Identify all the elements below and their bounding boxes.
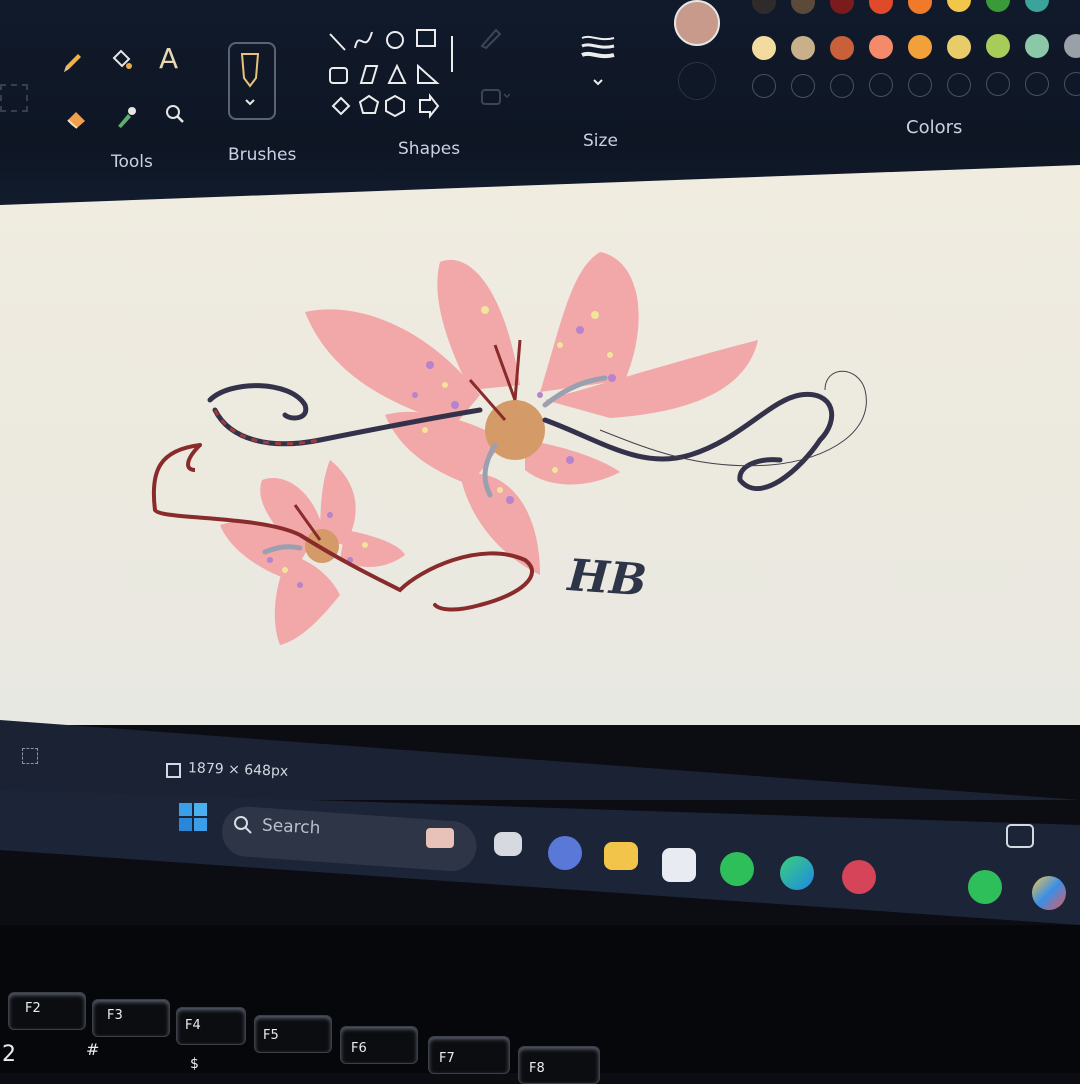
brushes-button[interactable] [228,42,276,120]
color-swatch[interactable] [830,36,854,60]
select-icon[interactable] [0,84,28,112]
selection-size-icon [22,748,38,764]
whatsapp-icon[interactable] [968,870,1002,904]
color-swatch[interactable] [1025,0,1049,12]
chat-icon[interactable] [548,836,582,870]
color-picker-icon[interactable] [114,104,138,130]
edge-icon[interactable] [780,856,814,890]
color-swatch[interactable] [947,35,971,59]
store-icon[interactable] [662,848,696,882]
eraser-icon[interactable] [64,106,90,130]
key-f2[interactable]: F2 [8,992,86,1030]
key-f3[interactable]: F3 [92,999,170,1037]
tools-label: Tools [111,152,153,172]
flower-artwork: HB [151,252,867,645]
key-4[interactable]: $ [190,1056,199,1072]
magnifier-icon[interactable] [163,102,187,126]
color-swatch[interactable] [908,35,932,59]
key-3[interactable]: # [86,1040,99,1059]
pencil-icon[interactable] [60,50,84,76]
text-icon[interactable]: A [159,42,178,75]
color-swatch[interactable] [908,0,932,14]
brushes-label: Brushes [228,145,297,165]
search-icon [234,816,252,834]
color-swatch[interactable] [1025,34,1049,58]
custom-color-slot[interactable] [830,74,854,98]
status-bar [0,720,1080,800]
size-icon[interactable] [580,32,616,92]
color-swatch[interactable] [1064,34,1080,58]
shapes-label: Shapes [398,139,461,159]
windows-icon [179,803,207,831]
color-swatch[interactable] [752,36,776,60]
custom-color-slot[interactable] [791,74,815,98]
color-swatch[interactable] [791,0,815,14]
drawing-canvas[interactable]: HB [0,165,1080,725]
taskbar [0,790,1080,925]
spotify-icon[interactable] [720,852,754,886]
canvas-size-icon [166,763,181,778]
fill-icon[interactable] [480,84,510,108]
color-swatch[interactable] [947,0,971,12]
custom-color-slot[interactable] [1025,72,1049,96]
custom-color-slot[interactable] [752,74,776,98]
custom-color-slot[interactable] [947,73,971,97]
key-f7[interactable]: F7 [428,1036,510,1074]
custom-color-slot[interactable] [908,73,932,97]
custom-color-slot[interactable] [869,73,893,97]
key-2[interactable]: 2 [2,1042,16,1067]
key-f8[interactable]: F8 [518,1046,600,1084]
color-swatch[interactable] [752,0,776,14]
primary-color-swatch[interactable] [674,0,720,46]
custom-color-slot[interactable] [986,72,1010,96]
screen-capture-icon[interactable] [1006,824,1034,848]
paint-app-icon[interactable] [1032,876,1066,910]
brush-icon [240,53,260,106]
wps-office-icon[interactable] [842,860,876,894]
color-swatch[interactable] [869,35,893,59]
secondary-color-swatch[interactable] [678,62,716,100]
color-swatch[interactable] [869,0,893,14]
color-swatch[interactable] [830,0,854,14]
start-button[interactable] [178,802,208,832]
color-swatch[interactable] [791,36,815,60]
search-highlight-icon [426,828,454,848]
key-f4[interactable]: F4 [176,1007,246,1045]
file-explorer-icon[interactable] [604,842,638,870]
task-view-icon[interactable] [494,832,522,856]
custom-color-slot[interactable] [1064,72,1080,96]
shapes-gallery[interactable] [325,26,460,122]
key-f5[interactable]: F5 [254,1015,332,1053]
outline-icon[interactable] [478,26,504,50]
color-swatch[interactable] [986,0,1010,12]
fill-bucket-icon[interactable] [108,48,134,74]
key-f6[interactable]: F6 [340,1026,418,1064]
signature-text: HB [564,550,648,607]
size-label: Size [583,131,618,151]
search-placeholder: Search [261,815,321,839]
color-swatch[interactable] [986,34,1010,58]
colors-label: Colors [906,117,963,138]
